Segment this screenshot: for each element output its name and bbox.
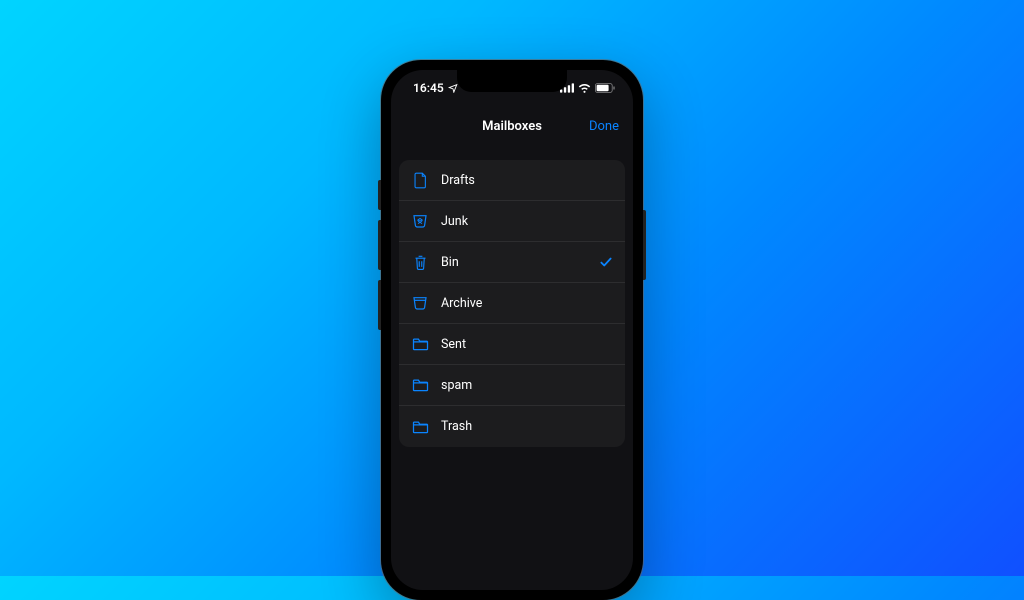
trash-icon: [411, 253, 429, 271]
mailbox-item-label: Sent: [441, 337, 613, 352]
mailbox-item-label: spam: [441, 378, 613, 393]
mailbox-item-label: Trash: [441, 419, 613, 434]
phone-screen: 16:45: [391, 70, 633, 590]
checkmark-icon: [599, 255, 613, 269]
folder-icon: [411, 335, 429, 353]
done-button[interactable]: Done: [589, 119, 619, 134]
wifi-icon: [578, 83, 591, 93]
junk-icon: [411, 212, 429, 230]
status-time: 16:45: [413, 81, 444, 95]
mailbox-item-drafts[interactable]: Drafts: [399, 160, 625, 201]
folder-icon: [411, 418, 429, 436]
mailbox-item-junk[interactable]: Junk: [399, 201, 625, 242]
mailbox-item-bin[interactable]: Bin: [399, 242, 625, 283]
mailbox-item-spam[interactable]: spam: [399, 365, 625, 406]
mailbox-item-label: Bin: [441, 255, 599, 270]
mailbox-list: Drafts Junk: [399, 160, 625, 447]
location-icon: [448, 83, 458, 93]
mailbox-item-sent[interactable]: Sent: [399, 324, 625, 365]
phone-frame: 16:45: [381, 60, 643, 600]
archive-icon: [411, 294, 429, 312]
mailbox-item-label: Drafts: [441, 173, 613, 188]
mailbox-item-label: Junk: [441, 214, 613, 229]
folder-icon: [411, 376, 429, 394]
mailbox-item-archive[interactable]: Archive: [399, 283, 625, 324]
notch: [457, 70, 567, 92]
page-title: Mailboxes: [482, 119, 542, 134]
battery-icon: [595, 83, 615, 93]
mailbox-item-trash[interactable]: Trash: [399, 406, 625, 447]
nav-header: Mailboxes Done: [391, 106, 633, 146]
mailbox-item-label: Archive: [441, 296, 613, 311]
document-icon: [411, 171, 429, 189]
